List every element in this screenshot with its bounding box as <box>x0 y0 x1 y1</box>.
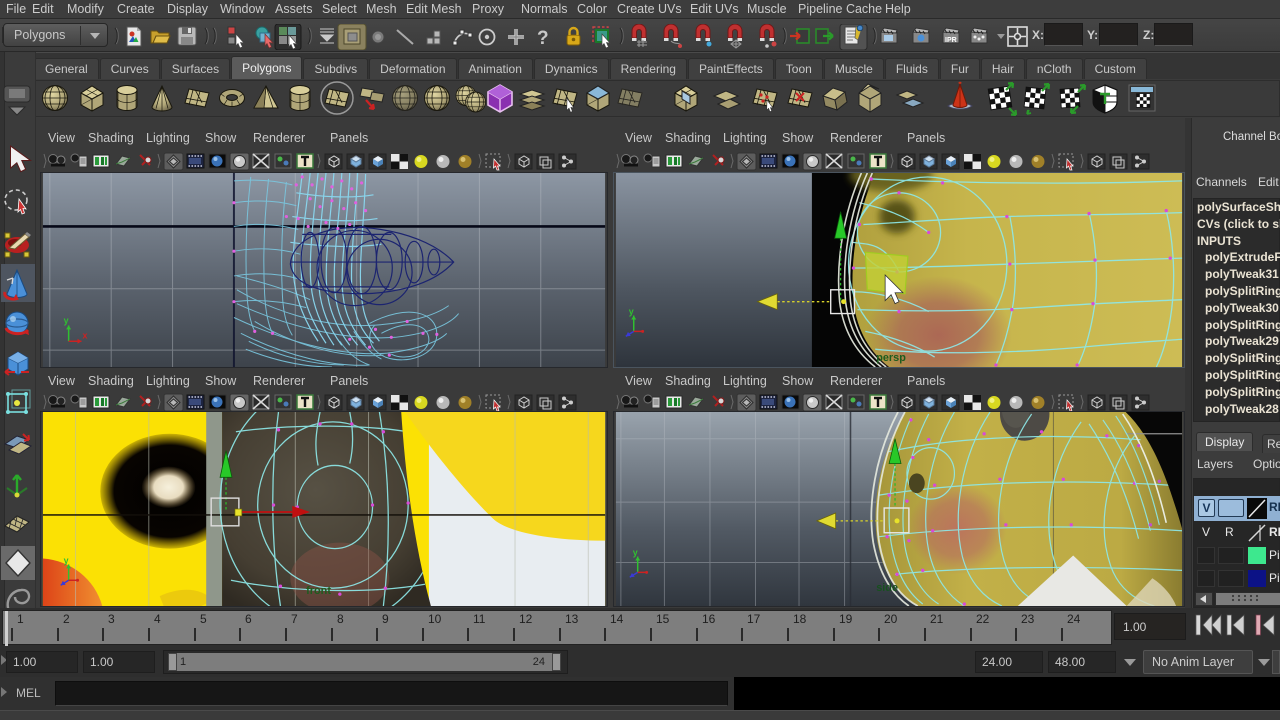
svg-text:IPR: IPR <box>945 37 957 44</box>
svg-text:side: side <box>876 582 898 594</box>
svg-text:persp: persp <box>876 352 906 364</box>
svg-text:front: front <box>306 585 331 597</box>
svg-text:?: ? <box>537 28 549 49</box>
